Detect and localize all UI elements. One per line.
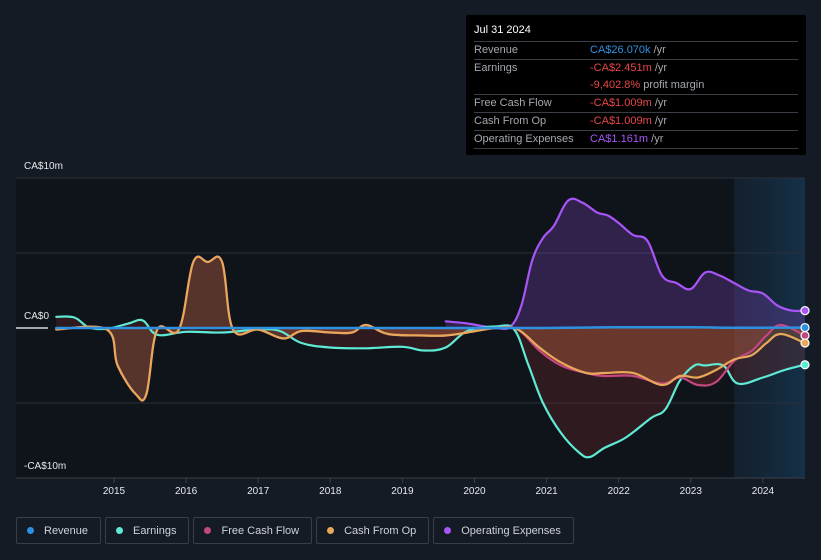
- line-revenue[interactable]: [55, 326, 806, 330]
- y-tick-label: CA$0: [24, 311, 50, 322]
- legend-item-revenue[interactable]: Revenue: [16, 517, 102, 544]
- legend-item-operating-expenses[interactable]: Operating Expenses: [433, 517, 574, 544]
- tooltip-value: -CA$2.451m /yr: [590, 60, 667, 77]
- tooltip-suffix: /yr: [650, 44, 666, 56]
- legend-dot-icon: [327, 527, 335, 534]
- legend-dot-icon: [204, 527, 212, 534]
- legend-label: Revenue: [44, 524, 89, 537]
- y-tick-label: -CA$10m: [24, 461, 67, 472]
- legend-item-earnings[interactable]: Earnings: [105, 517, 190, 544]
- legend-label: Cash From Op: [344, 524, 417, 537]
- tooltip-row: Operating Expenses CA$1.161m /yr: [474, 131, 798, 149]
- tooltip-value: CA$26.070k /yr: [590, 42, 666, 59]
- endpoint-operating-expenses[interactable]: [800, 306, 810, 316]
- tooltip-number: -CA$1.009m: [590, 115, 652, 127]
- tooltip-panel: Jul 31 2024 Revenue CA$26.070k /yr Earning…: [466, 15, 806, 155]
- tooltip-row: Free Cash Flow -CA$1.009m /yr: [474, 95, 798, 113]
- x-tick-label: 2020: [463, 486, 486, 497]
- y-tick-label: CA$10m: [24, 161, 63, 172]
- tooltip-label: Free Cash Flow: [474, 97, 552, 109]
- endpoint-revenue[interactable]: [800, 322, 810, 333]
- legend-item-free-cash-flow[interactable]: Free Cash Flow: [193, 517, 313, 544]
- legend: Revenue Earnings Free Cash Flow Cash From O…: [16, 517, 574, 544]
- tooltip-label: [474, 77, 590, 94]
- tooltip-value: -9,402.8% profit margin: [590, 77, 704, 94]
- tooltip-number: -9,402.8%: [590, 79, 641, 91]
- legend-dot-icon: [27, 527, 34, 534]
- endpoint-earnings[interactable]: [800, 360, 810, 370]
- tooltip-suffix: /yr: [651, 115, 668, 127]
- tooltip-label: Operating Expenses: [474, 133, 574, 145]
- tooltip-row: -9,402.8% profit margin: [474, 77, 798, 95]
- tooltip-row: Cash From Op -CA$1.009m /yr: [474, 113, 798, 131]
- legend-dot-icon: [444, 527, 452, 534]
- x-tick-label: 2015: [102, 486, 126, 497]
- tooltip-label: Cash From Op: [474, 115, 547, 127]
- tooltip-number: -CA$2.451m: [590, 62, 652, 74]
- legend-label: Earnings: [133, 524, 177, 537]
- legend-label: Free Cash Flow: [221, 524, 300, 537]
- tooltip-number: -CA$1.009m: [590, 97, 652, 109]
- x-tick-label: 2022: [607, 486, 630, 497]
- x-tick-label: 2024: [751, 486, 775, 497]
- endpoint-cash-from-op[interactable]: [800, 338, 810, 348]
- tooltip-row: Revenue CA$26.070k /yr: [474, 42, 798, 60]
- tooltip-value: -CA$1.009m /yr: [590, 113, 667, 130]
- legend-dot-icon: [116, 527, 124, 534]
- tooltip-number: CA$26.070k: [590, 44, 651, 56]
- x-tick-label: 2017: [247, 486, 270, 497]
- tooltip-label: Revenue: [474, 44, 519, 56]
- legend-label: Operating Expenses: [461, 524, 561, 537]
- legend-item-cash-from-op[interactable]: Cash From Op: [316, 517, 430, 544]
- tooltip-suffix: /yr: [651, 97, 668, 109]
- tooltip-value: -CA$1.009m /yr: [590, 95, 667, 112]
- x-tick-label: 2016: [174, 486, 198, 497]
- tooltip-suffix: profit margin: [640, 79, 705, 91]
- endpoint-free-cash-flow[interactable]: [800, 330, 810, 341]
- x-tick-label: 2019: [391, 486, 414, 497]
- tooltip-label: Earnings: [474, 62, 518, 74]
- x-tick-label: 2018: [319, 486, 342, 497]
- tooltip-suffix: /yr: [651, 62, 668, 74]
- x-tick-label: 2023: [679, 486, 702, 497]
- tooltip-row: Earnings -CA$2.451m /yr: [474, 60, 798, 77]
- x-tick-label: 2021: [535, 486, 558, 497]
- tooltip-number: CA$1.161m: [590, 133, 649, 145]
- tooltip-date: Jul 31 2024: [474, 23, 798, 42]
- tooltip-value: CA$1.161m /yr: [590, 131, 663, 148]
- tooltip-suffix: /yr: [648, 133, 664, 145]
